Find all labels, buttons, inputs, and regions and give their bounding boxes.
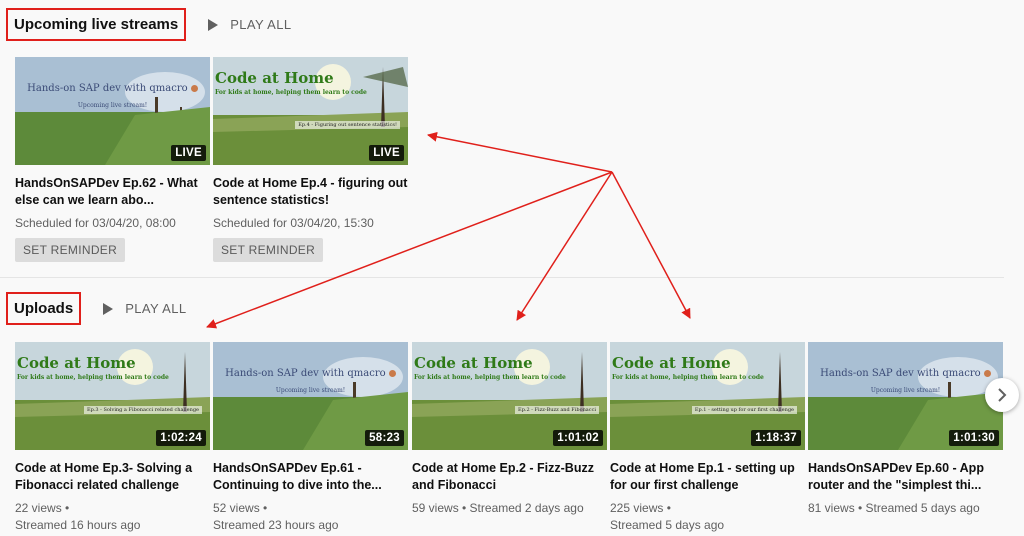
uploads-shelf-title[interactable]: Uploads — [6, 292, 82, 325]
duration-badge: 1:02:24 — [156, 430, 206, 446]
episode-caption: Ep.3 - Solving a Fibonacci related chall… — [83, 406, 202, 414]
video-views: 81 views • Streamed 5 days ago — [808, 501, 980, 515]
video-thumbnail[interactable]: Hands-on SAP dev with qmacro Upcoming li… — [213, 342, 408, 450]
annotation-arrow — [611, 171, 691, 319]
play-triangle-icon — [103, 302, 114, 315]
annotation-arrow — [427, 131, 613, 173]
video-views: 22 views • — [15, 501, 70, 515]
video-thumbnail[interactable]: Hands-on SAP dev with qmacro Upcoming li… — [808, 342, 1003, 450]
upcoming-video-card[interactable]: Code at Home For kids at home, helping th… — [213, 57, 408, 262]
upcoming-video-card[interactable]: Hands-on SAP dev with qmacro Upcoming li… — [15, 57, 210, 262]
set-reminder-button[interactable]: SET REMINDER — [213, 238, 324, 262]
video-title[interactable]: Code at Home Ep.2 - Fizz-Buzz and Fibona… — [412, 460, 607, 494]
video-streamed-time: Streamed 16 hours ago — [15, 518, 141, 532]
live-badge: LIVE — [171, 145, 206, 161]
scheduled-time: Scheduled for 03/04/20, 15:30 — [213, 216, 374, 230]
upload-video-card[interactable]: Code at Home For kids at home, helping th… — [412, 342, 607, 517]
video-title[interactable]: Code at Home Ep.1 - setting up for our f… — [610, 460, 805, 494]
video-title[interactable]: Code at Home Ep.4 - figuring out sentenc… — [213, 175, 408, 209]
avatar — [983, 370, 991, 377]
uploads-play-all-button[interactable]: PLAY ALL — [103, 301, 186, 316]
video-thumbnail[interactable]: Code at Home For kids at home, helping th… — [412, 342, 607, 450]
chevron-right-icon — [998, 388, 1007, 402]
shelf-next-button[interactable] — [985, 378, 1019, 412]
thumbnail-overlay: Code at Home For kids at home, helping th… — [215, 69, 367, 96]
set-reminder-button[interactable]: SET REMINDER — [15, 238, 126, 262]
upload-video-card[interactable]: Hands-on SAP dev with qmacro Upcoming li… — [808, 342, 1003, 517]
live-badge: LIVE — [369, 145, 404, 161]
episode-caption: Ep.2 - Fizz-Buzz and Fibonacci — [515, 406, 599, 414]
upcoming-shelf-header: Upcoming live streams PLAY ALL — [6, 8, 292, 41]
video-title[interactable]: HandsOnSAPDev Ep.61 - Continuing to dive… — [213, 460, 408, 494]
scheduled-time: Scheduled for 03/04/20, 08:00 — [15, 216, 176, 230]
upload-video-card[interactable]: Hands-on SAP dev with qmacro Upcoming li… — [213, 342, 408, 534]
upload-video-card[interactable]: Code at Home For kids at home, helping th… — [610, 342, 805, 534]
duration-badge: 1:18:37 — [751, 430, 801, 446]
duration-badge: 1:01:30 — [949, 430, 999, 446]
duration-badge: 58:23 — [365, 430, 404, 446]
thumbnail-overlay: Code at Home For kids at home, helping th… — [612, 354, 764, 381]
video-title[interactable]: HandsOnSAPDev Ep.62 - What else can we l… — [15, 175, 210, 209]
video-streamed-time: Streamed 5 days ago — [610, 518, 725, 532]
video-thumbnail[interactable]: Code at Home For kids at home, helping th… — [610, 342, 805, 450]
video-views: 225 views • — [610, 501, 671, 515]
thumbnail-overlay: Code at Home For kids at home, helping th… — [17, 354, 169, 381]
upcoming-shelf-title[interactable]: Upcoming live streams — [6, 8, 187, 41]
video-title[interactable]: HandsOnSAPDev Ep.60 - App router and the… — [808, 460, 1003, 494]
upload-video-card[interactable]: Code at Home For kids at home, helping th… — [15, 342, 210, 534]
duration-badge: 1:01:02 — [553, 430, 603, 446]
video-thumbnail[interactable]: Code at Home For kids at home, helping th… — [213, 57, 408, 165]
video-views: 52 views • — [213, 501, 268, 515]
video-title[interactable]: Code at Home Ep.3- Solving a Fibonacci r… — [15, 460, 210, 494]
thumbnail-overlay: Code at Home For kids at home, helping th… — [414, 354, 566, 381]
video-thumbnail[interactable]: Code at Home For kids at home, helping th… — [15, 342, 210, 450]
video-views: 59 views • Streamed 2 days ago — [412, 501, 584, 515]
episode-caption: Ep.1 - setting up for our first challeng… — [691, 406, 797, 414]
play-triangle-icon — [208, 18, 219, 31]
thumbnail-overlay: Hands-on SAP dev with qmacro Upcoming li… — [15, 83, 210, 109]
annotation-arrow — [516, 171, 613, 321]
uploads-shelf-header: Uploads PLAY ALL — [6, 292, 186, 325]
play-all-label: PLAY ALL — [230, 17, 292, 32]
episode-caption: Ep.4 - Figuring out sentence statistics! — [295, 121, 400, 129]
play-all-label: PLAY ALL — [125, 301, 187, 316]
shelf-divider — [0, 277, 1004, 278]
video-thumbnail[interactable]: Hands-on SAP dev with qmacro Upcoming li… — [15, 57, 210, 165]
avatar — [190, 85, 198, 92]
upcoming-play-all-button[interactable]: PLAY ALL — [208, 17, 291, 32]
thumbnail-overlay: Hands-on SAP dev with qmacro Upcoming li… — [808, 368, 1003, 394]
video-streamed-time: Streamed 23 hours ago — [213, 518, 339, 532]
avatar — [388, 370, 396, 377]
thumbnail-overlay: Hands-on SAP dev with qmacro Upcoming li… — [213, 368, 408, 394]
